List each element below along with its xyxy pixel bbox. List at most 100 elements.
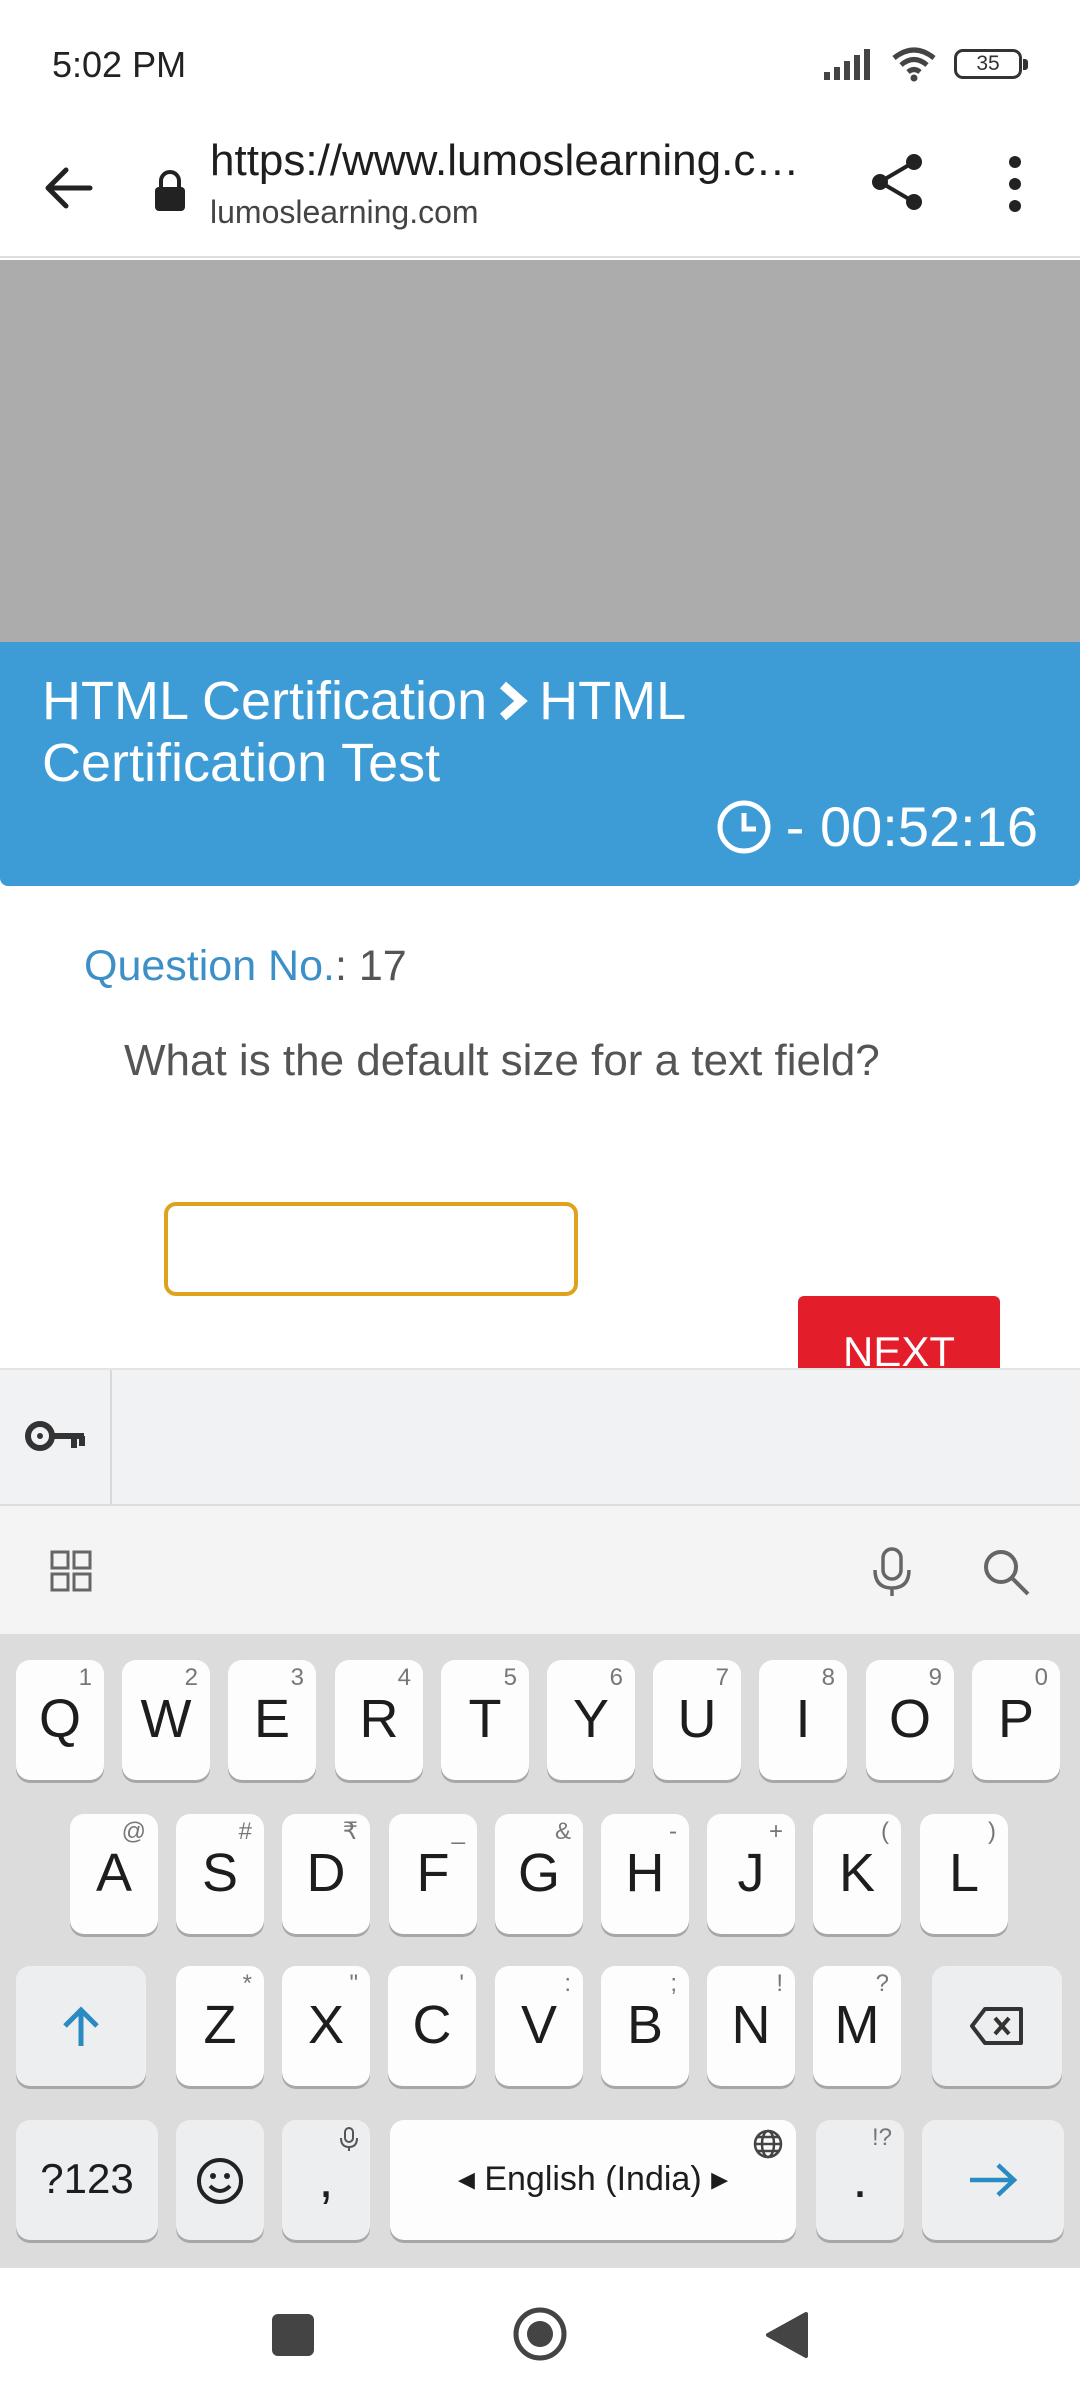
apps-grid-icon[interactable] — [50, 1550, 92, 1592]
key-icon — [25, 1421, 85, 1451]
key-hint: 3 — [290, 1664, 304, 1691]
key-i[interactable]: 8I — [759, 1660, 847, 1780]
key-hint: 5 — [503, 1664, 517, 1691]
period-key-label: . — [852, 2149, 868, 2209]
key-label: S — [201, 1843, 239, 1903]
key-label: E — [253, 1689, 291, 1749]
key-label: F — [416, 1843, 450, 1903]
status-bar: 5:02 PM 35 — [0, 0, 1080, 130]
key-hint: 1 — [78, 1664, 92, 1691]
enter-key[interactable] — [922, 2120, 1064, 2240]
search-icon[interactable] — [980, 1546, 1032, 1598]
key-r[interactable]: 4R — [335, 1660, 423, 1780]
key-v[interactable]: :V — [495, 1966, 583, 2086]
space-right-arrow-icon: ▸ — [701, 2160, 729, 2198]
key-h[interactable]: -H — [601, 1814, 689, 1934]
back-arrow-icon[interactable] — [38, 158, 98, 218]
key-label: N — [731, 1995, 771, 2055]
key-hint: - — [669, 1818, 677, 1845]
nav-back-icon[interactable] — [762, 2310, 810, 2360]
key-hint: 2 — [184, 1664, 198, 1691]
key-label: K — [838, 1843, 876, 1903]
share-icon[interactable] — [866, 150, 930, 214]
key-label: T — [468, 1689, 502, 1749]
key-j[interactable]: + J — [707, 1814, 795, 1934]
key-m[interactable]: ? M — [813, 1966, 901, 2086]
clock-icon — [717, 800, 771, 853]
arrow-right-icon — [970, 2163, 1018, 2197]
key-n[interactable]: ! N — [707, 1966, 795, 2086]
key-hint: : — [564, 1970, 571, 1997]
key-t[interactable]: 5T — [441, 1660, 529, 1780]
next-button[interactable]: NEXT — [798, 1296, 1000, 1368]
microphone-icon[interactable] — [870, 1546, 914, 1598]
question-text: What is the default size for a text fiel… — [124, 1036, 880, 1085]
key-b[interactable]: ; B — [601, 1966, 689, 2086]
key-o[interactable]: 9O — [866, 1660, 954, 1780]
recent-apps-icon[interactable] — [272, 2314, 314, 2356]
keyboard-keys: ?123 , ◂ English (India) ▸ !? . 1Q2W3E4R… — [0, 1634, 1080, 2268]
key-g[interactable]: & G — [495, 1814, 583, 1934]
comma-key[interactable]: , — [282, 2120, 370, 2240]
key-label: O — [888, 1689, 931, 1749]
key-d[interactable]: ₹ D — [282, 1814, 370, 1934]
key-hint: ₹ — [342, 1818, 358, 1845]
key-p[interactable]: 0P — [972, 1660, 1060, 1780]
home-icon[interactable] — [512, 2306, 568, 2362]
status-icons: 35 — [824, 46, 1028, 82]
comma-key-label: , — [318, 2149, 334, 2209]
key-hint: ! — [776, 1970, 783, 1997]
key-e[interactable]: 3E — [228, 1660, 316, 1780]
backspace-key[interactable] — [932, 1966, 1062, 2086]
space-key[interactable]: ◂ English (India) ▸ — [390, 2120, 796, 2240]
key-y[interactable]: 6Y — [547, 1660, 635, 1780]
question-number: Question No.: 17 — [84, 942, 407, 991]
key-l[interactable]: ) L — [920, 1814, 1008, 1934]
key-label: H — [625, 1843, 665, 1903]
browser-toolbar: https://www.lumoslearning.com/llwp/html-… — [0, 130, 1080, 258]
ad-placeholder — [0, 260, 1080, 642]
key-label: P — [997, 1689, 1035, 1749]
countdown-timer: - 00:52:16 — [716, 794, 1038, 859]
key-c[interactable]: ' C — [388, 1966, 476, 2086]
key-u[interactable]: 7U — [653, 1660, 741, 1780]
answer-input[interactable] — [164, 1202, 578, 1296]
key-hint: 4 — [397, 1664, 411, 1691]
key-w[interactable]: 2W — [122, 1660, 210, 1780]
key-hint: # — [238, 1818, 252, 1845]
key-f[interactable]: _ F — [389, 1814, 477, 1934]
period-key[interactable]: !? . — [816, 2120, 904, 2240]
lock-icon[interactable] — [152, 168, 188, 212]
shift-key[interactable] — [16, 1966, 146, 2086]
url-text[interactable]: https://www.lumoslearning.com/llwp/html-… — [210, 136, 820, 186]
key-q[interactable]: 1Q — [16, 1660, 104, 1780]
key-hint: @ — [121, 1818, 146, 1845]
key-s[interactable]: # S — [176, 1814, 264, 1934]
key-hint: 9 — [928, 1664, 942, 1691]
key-z[interactable]: * Z — [176, 1966, 264, 2086]
more-menu-icon[interactable] — [998, 154, 1032, 214]
key-k[interactable]: (K — [813, 1814, 901, 1934]
emoji-key[interactable] — [176, 2120, 264, 2240]
key-hint: ) — [988, 1818, 996, 1845]
backspace-icon — [970, 2007, 1023, 2045]
key-a[interactable]: @ A — [70, 1814, 158, 1934]
symbols-key[interactable]: ?123 — [16, 2120, 158, 2240]
domain-text[interactable]: lumoslearning.com — [210, 194, 479, 231]
key-label: J — [737, 1843, 765, 1903]
key-label: X — [307, 1995, 345, 2055]
keyboard-suggestion-strip — [0, 1368, 1080, 1504]
key-x[interactable]: " X — [282, 1966, 370, 2086]
key-hint: 7 — [715, 1664, 729, 1691]
key-label: M — [834, 1995, 880, 2055]
password-key-button[interactable] — [0, 1370, 112, 1504]
chevron-right-icon — [500, 681, 528, 721]
breadcrumb: HTML Certification HTML Certification Tes… — [42, 670, 862, 794]
breadcrumb-course[interactable]: HTML Certification — [42, 671, 487, 731]
key-hint: * — [242, 1970, 252, 1997]
key-label: G — [517, 1843, 560, 1903]
question-number-value: : 17 — [334, 942, 407, 990]
key-label: V — [520, 1995, 558, 2055]
space-key-label: English (India) — [484, 2160, 702, 2198]
status-time: 5:02 PM — [52, 44, 187, 85]
